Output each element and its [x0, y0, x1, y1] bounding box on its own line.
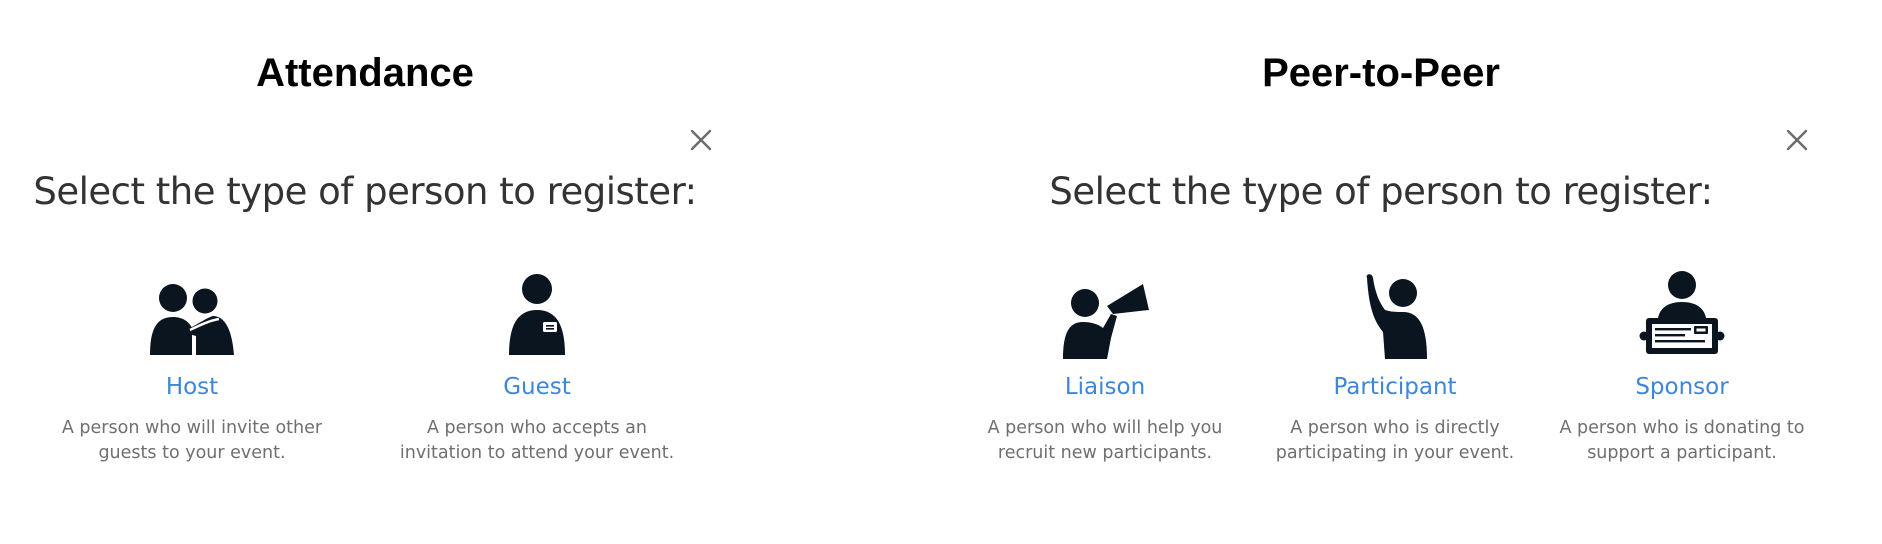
- participant-description: A person who is directly participating i…: [1250, 416, 1540, 466]
- attendance-panel: Attendance Select the type of person to …: [0, 0, 740, 544]
- sponsor-desc-line2: support a participant.: [1587, 443, 1777, 463]
- attendance-title: Attendance: [256, 51, 474, 95]
- peer-to-peer-close-button[interactable]: [1782, 125, 1812, 155]
- raised-hand-person-icon: [1366, 274, 1427, 359]
- participant-label: Participant: [1333, 374, 1457, 400]
- host-label: Host: [165, 374, 219, 400]
- liaison-description: A person who will help you recruit new p…: [960, 416, 1250, 466]
- close-icon: [690, 129, 712, 151]
- sponsor-check-icon: [1639, 271, 1725, 354]
- sponsor-option[interactable]: Sponsor A person who is donating to supp…: [1537, 270, 1827, 466]
- sponsor-description: A person who is donating to support a pa…: [1537, 416, 1827, 466]
- liaison-desc-line2: recruit new participants.: [997, 443, 1213, 463]
- guest-label: Guest: [503, 374, 571, 400]
- guest-desc-line1: A person who accepts an: [427, 418, 647, 438]
- peer-to-peer-prompt: Select the type of person to register:: [1049, 170, 1713, 213]
- guest-desc-line2: invitation to attend your event.: [399, 443, 675, 463]
- liaison-label: Liaison: [1064, 374, 1146, 400]
- guest-option[interactable]: Guest A person who accepts an invitation…: [392, 270, 682, 466]
- host-icon: [150, 284, 234, 355]
- megaphone-person-icon: [1063, 284, 1149, 359]
- liaison-option[interactable]: Liaison A person who will help you recru…: [960, 270, 1250, 466]
- liaison-desc-line1: A person who will help you: [987, 418, 1223, 438]
- guest-icon: [509, 274, 565, 355]
- host-option[interactable]: Host A person who will invite other gues…: [47, 270, 337, 466]
- participant-option[interactable]: Participant A person who is directly par…: [1250, 270, 1540, 466]
- participant-desc-line1: A person who is directly: [1290, 418, 1500, 438]
- host-description: A person who will invite other guests to…: [47, 416, 337, 466]
- guest-description: A person who accepts an invitation to at…: [392, 416, 682, 466]
- host-desc-line1: A person who will invite other: [61, 418, 323, 438]
- sponsor-label: Sponsor: [1635, 374, 1729, 400]
- participant-desc-line2: participating in your event.: [1275, 443, 1515, 463]
- attendance-prompt: Select the type of person to register:: [33, 170, 697, 213]
- close-icon: [1786, 129, 1808, 151]
- peer-to-peer-title: Peer-to-Peer: [1262, 51, 1500, 95]
- sponsor-desc-line1: A person who is donating to: [1559, 418, 1805, 438]
- host-desc-line2: guests to your event.: [98, 443, 286, 463]
- attendance-close-button[interactable]: [686, 125, 716, 155]
- peer-to-peer-panel: Peer-to-Peer Select the type of person t…: [960, 0, 1882, 544]
